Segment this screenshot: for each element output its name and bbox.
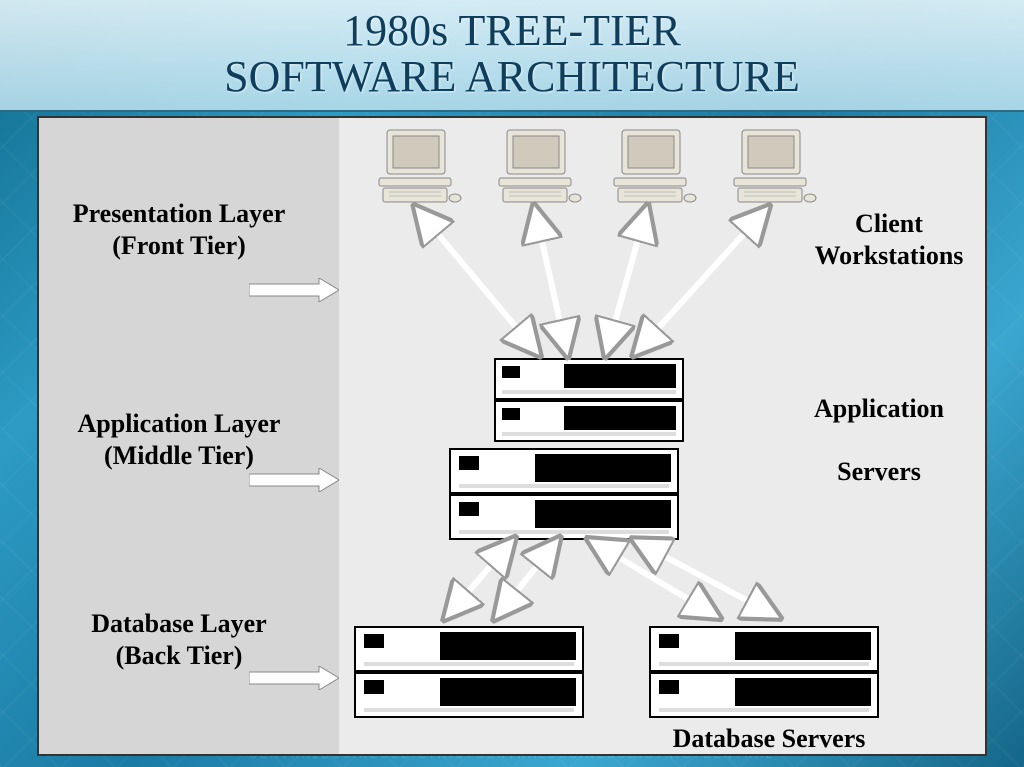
slide-title: 1980s TREE-TIER SOFTWARE ARCHITECTURE xyxy=(20,8,1004,100)
diagram-frame: Presentation Layer (Front Tier) Applicat… xyxy=(37,116,987,756)
connection-arrows xyxy=(39,118,985,755)
title-bar: 1980s TREE-TIER SOFTWARE ARCHITECTURE xyxy=(0,0,1024,112)
title-line-1: 1980s TREE-TIER xyxy=(343,6,681,55)
title-line-2: SOFTWARE ARCHITECTURE xyxy=(224,52,800,101)
